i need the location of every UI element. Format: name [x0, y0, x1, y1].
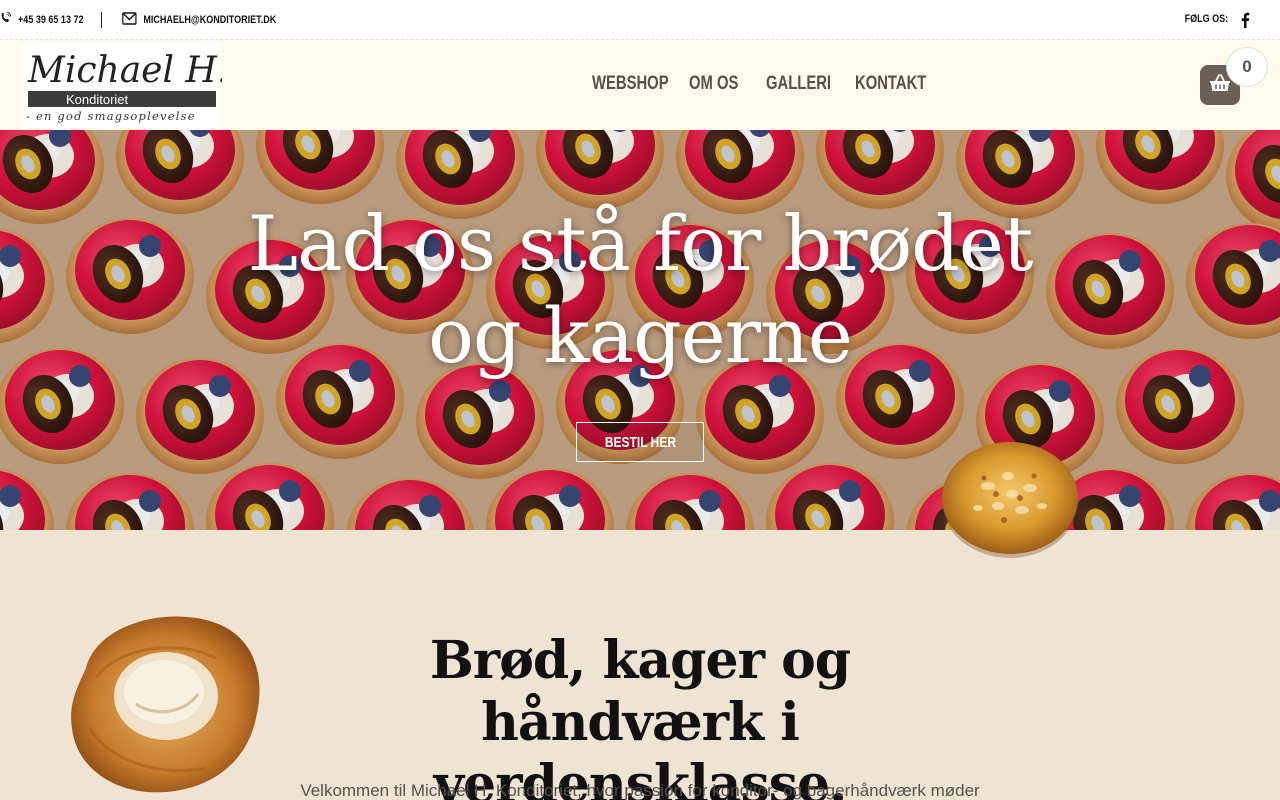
nav-om-os[interactable]: OM OS	[689, 73, 738, 95]
logo-name: Michael H.	[27, 50, 222, 91]
nav-galleri[interactable]: GALLERI	[766, 73, 831, 95]
facebook-icon[interactable]	[1238, 11, 1252, 29]
logo[interactable]: Michael H. Konditoriet - en god smagsopl…	[20, 42, 228, 128]
hero-title: Lad os stå for brødet og kagerne	[190, 198, 1090, 382]
phone-ringing-icon	[0, 12, 12, 27]
hero-banner: Lad os stå for brødet og kagerne BESTIL …	[0, 130, 1280, 530]
nav-webshop[interactable]: WEBSHOP	[592, 73, 669, 95]
email-address: MICHAELH@KONDITORIET.DK	[143, 14, 277, 26]
intro-text: Velkommen til Michael H. Konditoriet, hv…	[300, 781, 980, 800]
logo-tagline: - en god smagsoplevelse	[26, 109, 196, 123]
cart-count-badge: 0	[1226, 47, 1268, 87]
order-button-label: BESTIL HER	[604, 433, 676, 451]
phone-contact[interactable]: +45 39 65 13 72	[0, 12, 83, 27]
logo-subtitle: Konditoriet	[66, 92, 129, 107]
basket-icon	[1209, 73, 1231, 97]
site-header: Michael H. Konditoriet - en god smagsopl…	[0, 40, 1280, 130]
phone-number: +45 39 65 13 72	[18, 13, 84, 26]
order-button[interactable]: BESTIL HER	[576, 422, 704, 462]
hero-title-line2: og kagerne	[428, 291, 853, 380]
top-bar: +45 39 65 13 72 MICHAELH@KONDITORIET.DK …	[0, 0, 1280, 40]
email-contact[interactable]: MICHAELH@KONDITORIET.DK	[122, 12, 276, 28]
intro-title: Brød, kager og håndværk i verdensklasse.	[290, 630, 990, 800]
follow-label: FØLG OS:	[1184, 13, 1228, 25]
nav-kontakt[interactable]: KONTAKT	[855, 73, 926, 95]
nut-tart-image	[942, 442, 1078, 558]
topbar-divider	[101, 12, 102, 28]
intro-title-line1: Brød, kager og håndværk i	[429, 630, 851, 753]
danish-pastry-image	[71, 616, 260, 793]
envelope-icon	[122, 12, 137, 28]
hero-title-line1: Lad os stå for brødet	[247, 199, 1034, 288]
